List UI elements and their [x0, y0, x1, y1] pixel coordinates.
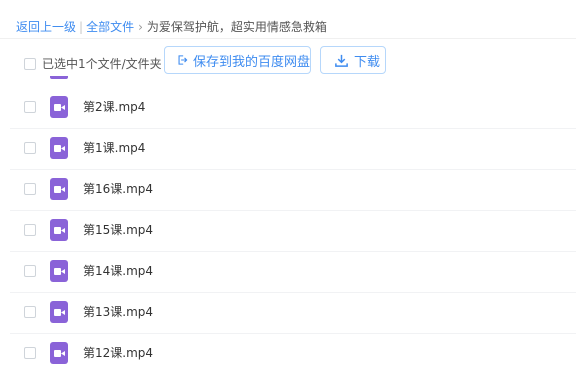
row-checkbox[interactable]	[24, 101, 36, 113]
toolbar-divider	[0, 38, 576, 39]
file-name[interactable]: 第1课.mp4	[83, 140, 145, 156]
breadcrumb-arrow-icon: ›	[138, 20, 143, 34]
file-name[interactable]: 第12课.mp4	[83, 345, 153, 361]
row-checkbox[interactable]	[24, 224, 36, 236]
all-files-link[interactable]: 全部文件	[86, 20, 134, 34]
file-name[interactable]: 第13课.mp4	[83, 304, 153, 320]
select-all[interactable]: 已选中1个文件/文件夹	[24, 55, 162, 72]
download-button-label: 下载	[354, 54, 381, 70]
breadcrumb-separator: |	[79, 20, 84, 34]
video-file-icon	[50, 96, 68, 118]
file-name[interactable]: 第2课.mp4	[83, 99, 145, 115]
breadcrumb: 返回上一级 | 全部文件 › 为爱保驾护航，超实用情感急救箱	[16, 17, 327, 37]
file-name[interactable]: 第16课.mp4	[83, 181, 153, 197]
list-item[interactable]: 第16课.mp4	[0, 169, 576, 209]
save-button-label: 保存到我的百度网盘	[192, 54, 310, 70]
list-item[interactable]: 第15课.mp4	[0, 210, 576, 250]
list-item[interactable]: 第1课.mp4	[0, 128, 576, 168]
list-item[interactable]: 第12课.mp4	[0, 333, 576, 373]
row-checkbox[interactable]	[24, 265, 36, 277]
row-checkbox[interactable]	[24, 347, 36, 359]
selection-count-text: 已选中1个文件/文件夹	[42, 57, 162, 71]
video-file-icon	[50, 76, 68, 79]
video-file-icon	[50, 178, 68, 200]
current-folder: 为爱保驾护航，超实用情感急救箱	[146, 20, 327, 34]
row-checkbox[interactable]	[24, 306, 36, 318]
save-to-netdisk-button[interactable]: 保存到我的百度网盘	[164, 46, 311, 74]
video-file-icon	[50, 342, 68, 364]
save-icon	[178, 55, 188, 65]
video-file-icon	[50, 137, 68, 159]
video-file-icon	[50, 219, 68, 241]
row-checkbox[interactable]	[24, 142, 36, 154]
video-file-icon	[50, 301, 68, 323]
list-item[interactable]: 第2课.mp4	[0, 87, 576, 127]
file-name[interactable]: 第14课.mp4	[83, 263, 153, 279]
back-link[interactable]: 返回上一级	[16, 20, 76, 34]
download-button[interactable]: 下载	[320, 46, 386, 74]
list-item[interactable]: 第13课.mp4	[0, 292, 576, 332]
list-item[interactable]: 第14课.mp4	[0, 251, 576, 291]
video-file-icon	[50, 260, 68, 282]
download-icon	[335, 54, 348, 67]
file-name[interactable]: 第15课.mp4	[83, 222, 153, 238]
row-checkbox[interactable]	[24, 183, 36, 195]
select-all-checkbox[interactable]	[24, 57, 36, 70]
